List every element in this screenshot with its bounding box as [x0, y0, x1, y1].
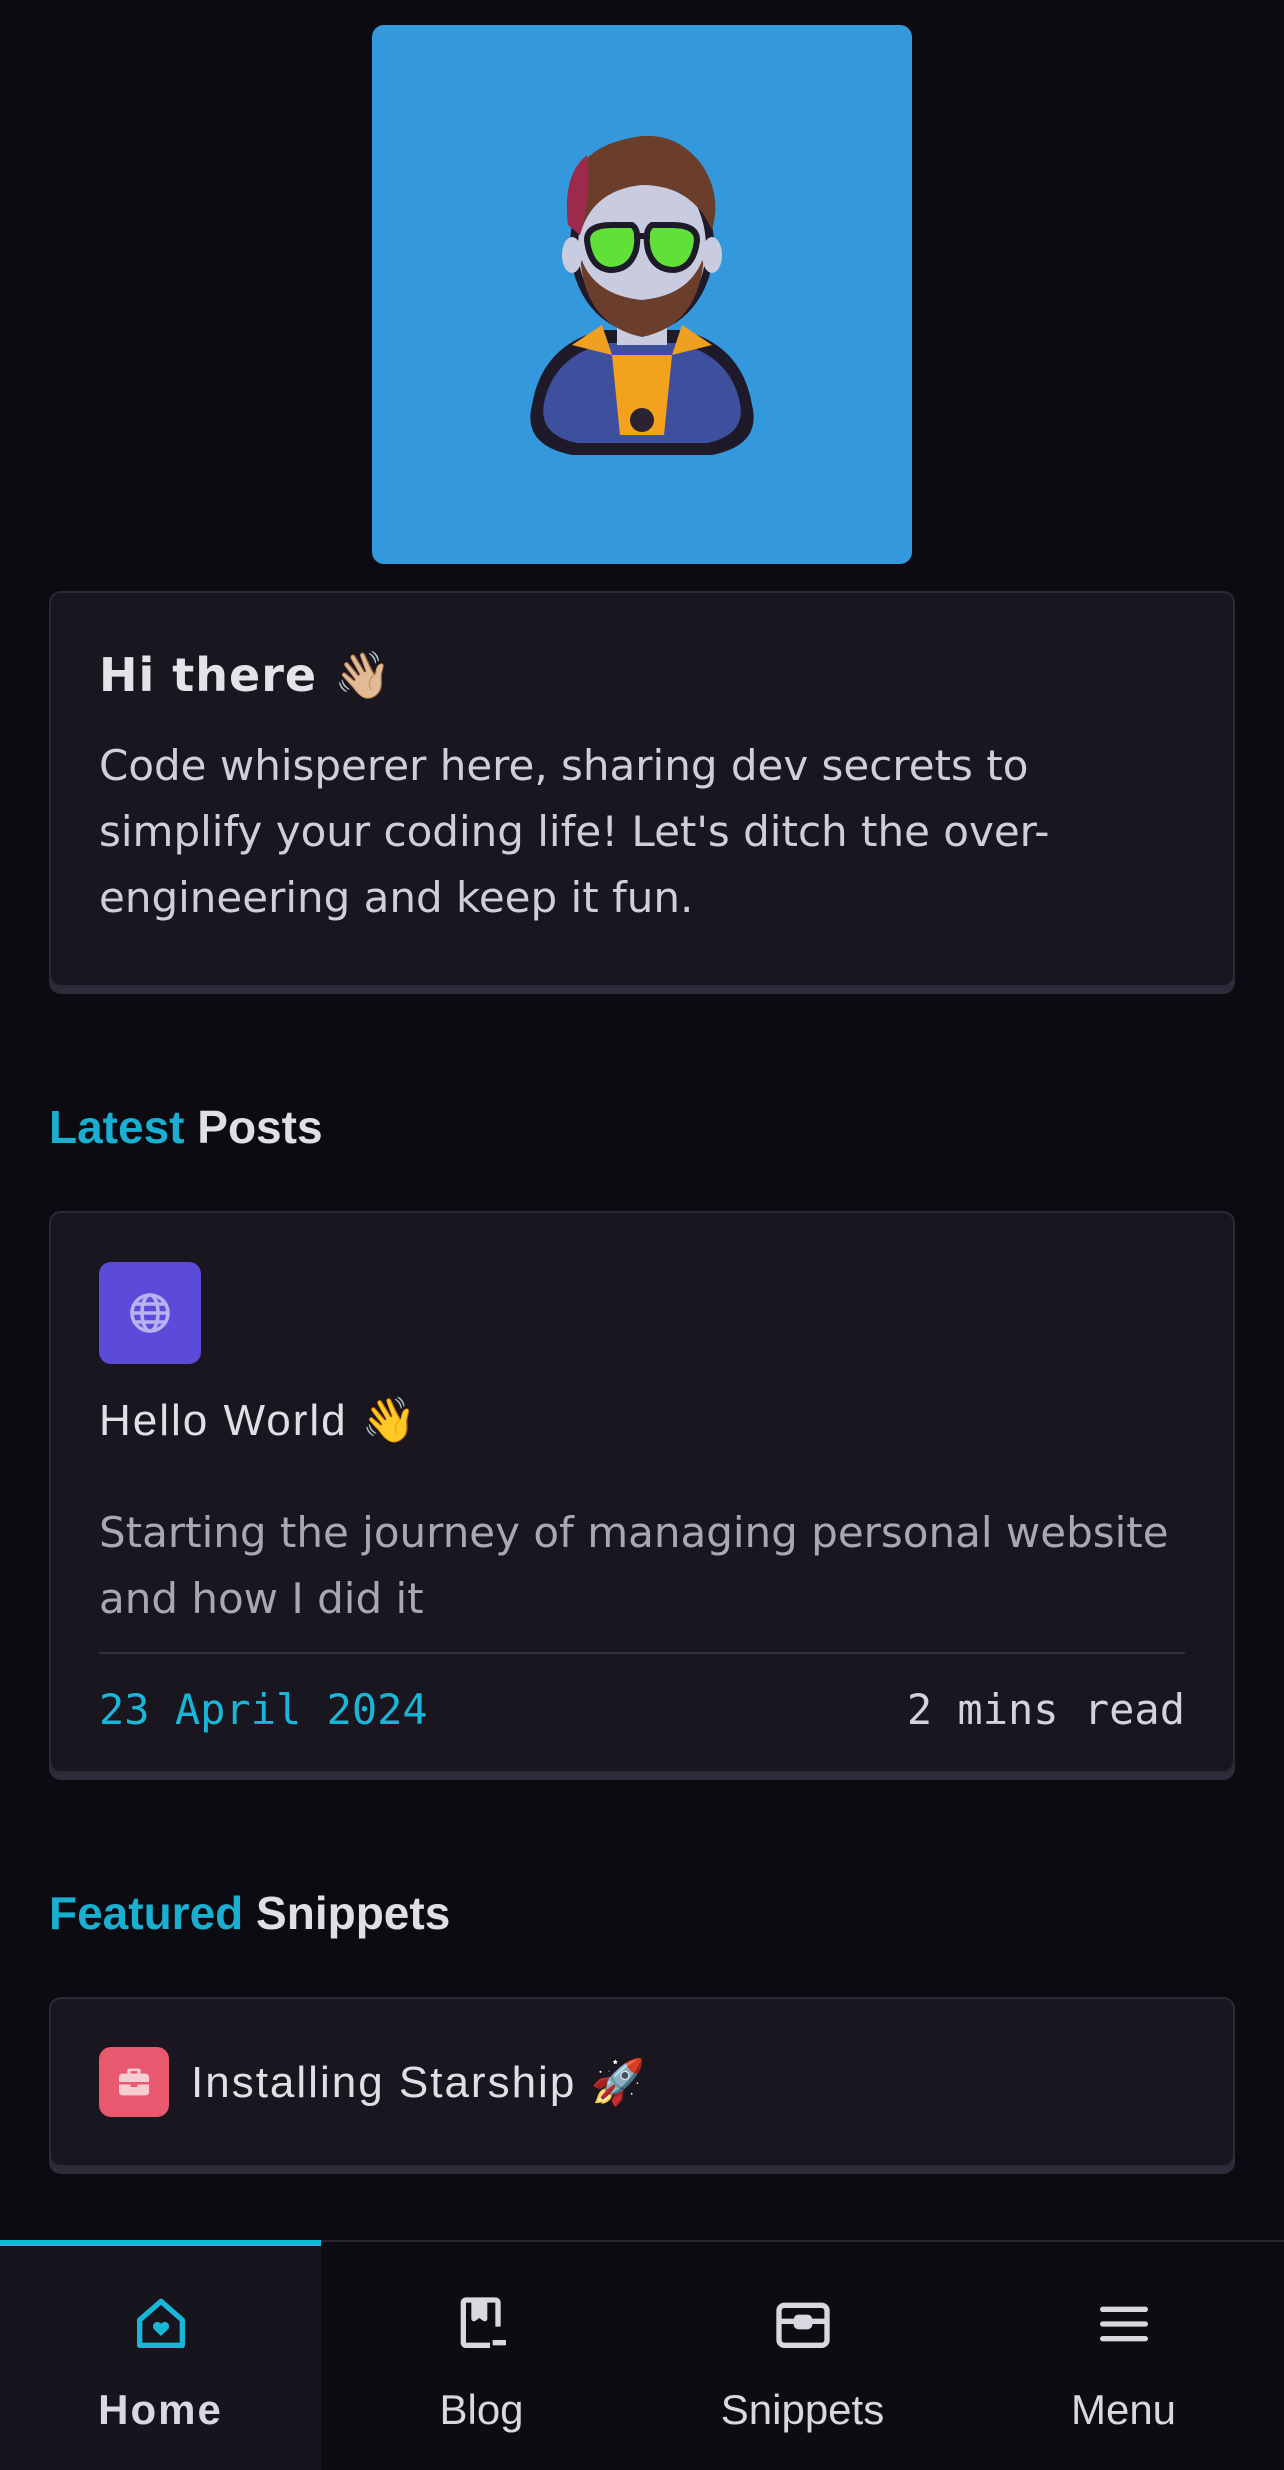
nav-item-snippets[interactable]: Snippets — [642, 2242, 963, 2470]
archive-box-icon — [771, 2292, 835, 2356]
featured-snippets-heading-accent: Featured — [49, 1887, 244, 1939]
intro-text: Code whisperer here, sharing dev secrets… — [99, 741, 1050, 922]
nav-item-blog[interactable]: Blog — [321, 2242, 642, 2470]
nav-item-home[interactable]: Home — [0, 2240, 321, 2470]
nav-label-menu: Menu — [1070, 2386, 1177, 2433]
latest-posts-heading-rest: Posts — [197, 1101, 323, 1153]
bottom-nav: Home Blog Snippets Menu — [0, 2240, 1284, 2470]
nav-label-home: Home — [98, 2386, 223, 2433]
toolbox-icon — [99, 2047, 169, 2117]
page: Hi there 👋🏼 Code whisperer here, sharing… — [0, 0, 1284, 2470]
nav-label-blog: Blog — [439, 2386, 524, 2433]
bookmark-icon — [450, 2292, 514, 2356]
post-date: 23 April 2024 — [99, 1684, 428, 1734]
post-description: Starting the journey of managing persona… — [99, 1508, 1169, 1623]
featured-snippets-heading-rest: Snippets — [256, 1887, 451, 1939]
avatar-illustration — [530, 135, 754, 455]
globe-icon — [99, 1262, 201, 1364]
post-title[interactable]: Hello World 👋 — [99, 1392, 1185, 1448]
nav-label-snippets: Snippets — [720, 2386, 885, 2433]
post-meta: 23 April 2024 2 mins read — [99, 1654, 1185, 1764]
post-card[interactable]: Hello World 👋 Starting the journey of ma… — [49, 1211, 1235, 1773]
post-read-time: 2 mins read — [906, 1684, 1185, 1734]
intro-card: Hi there 👋🏼 Code whisperer here, sharing… — [49, 591, 1235, 987]
featured-snippets-heading: Featured Snippets — [49, 1886, 450, 1940]
snippet-card[interactable]: Installing Starship 🚀 — [49, 1997, 1235, 2167]
menu-icon — [1092, 2292, 1156, 2356]
latest-posts-heading-accent: Latest — [49, 1101, 185, 1153]
home-heart-icon — [129, 2292, 193, 2356]
intro-title: Hi there 👋🏼 — [99, 647, 393, 702]
snippet-title[interactable]: Installing Starship 🚀 — [191, 2056, 647, 2108]
avatar — [372, 25, 912, 564]
latest-posts-heading: Latest Posts — [49, 1100, 323, 1154]
nav-item-menu[interactable]: Menu — [963, 2242, 1284, 2470]
